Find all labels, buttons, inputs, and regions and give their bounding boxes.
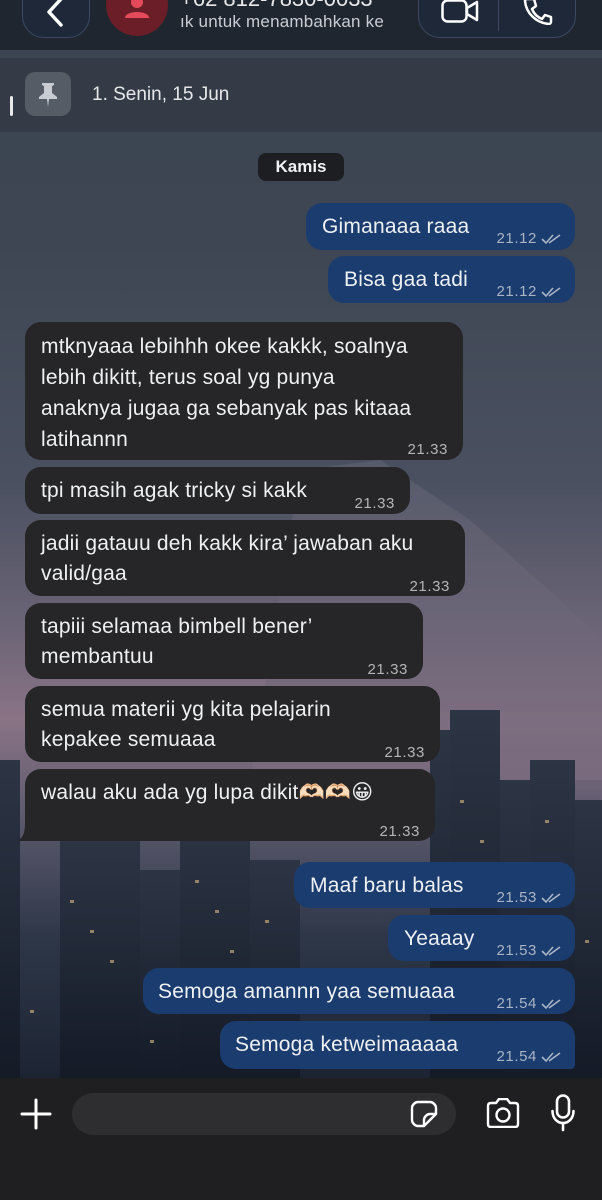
message-time: 21.33 bbox=[407, 441, 448, 458]
message-text-line: mtknyaaa lebihhh okee kakkk, soalnya bbox=[41, 335, 408, 358]
message-text-line: valid/gaa bbox=[41, 562, 127, 585]
message-time: 21.12 bbox=[496, 283, 537, 300]
camera-icon[interactable] bbox=[485, 1098, 521, 1128]
message-text: walau aku ada yg lupa dikit🫶🏻🫶🏻😀 bbox=[41, 781, 374, 804]
message-time: 21.12 bbox=[496, 230, 537, 247]
date-separator: Kamis bbox=[258, 153, 344, 181]
message-meta: 21.54 bbox=[496, 988, 561, 1019]
plus-icon[interactable] bbox=[20, 1098, 52, 1130]
message-time: 21.33 bbox=[367, 661, 408, 678]
message-text: Semoga ketweimaaaaa bbox=[235, 1033, 459, 1056]
message-meta: 21.12 bbox=[496, 276, 561, 307]
double-check-icon bbox=[541, 893, 561, 904]
message-text: tpi masih agak tricky si kakk bbox=[41, 479, 308, 502]
message-bubble-incoming[interactable]: jadii gatauu deh kakk kira’ jawaban aku … bbox=[25, 520, 465, 596]
message-bubble-incoming[interactable]: mtknyaaa lebihhh okee kakkk, soalnya leb… bbox=[25, 322, 463, 460]
back-button[interactable] bbox=[22, 0, 90, 38]
message-text: Maaf baru balas bbox=[310, 874, 464, 897]
message-meta: 21.53 bbox=[496, 882, 561, 913]
message-text: Yeaaay bbox=[404, 927, 475, 950]
message-text: Bisa gaa tadi bbox=[344, 268, 469, 291]
message-time: 21.33 bbox=[409, 578, 450, 595]
pin-icon bbox=[39, 83, 57, 107]
message-text-line: lebih dikitt, terus soal yg punya bbox=[41, 366, 335, 389]
pin-badge bbox=[25, 72, 71, 116]
composer-bar bbox=[0, 1078, 602, 1200]
call-divider bbox=[498, 0, 499, 31]
message-bubble-outgoing[interactable]: Gimanaaa raaa 21.12 bbox=[306, 203, 575, 250]
message-bubble-outgoing[interactable]: Maaf baru balas 21.53 bbox=[294, 862, 575, 908]
person-icon bbox=[125, 0, 149, 18]
contact-subtitle[interactable]: ık untuk menambahkan ke bbox=[180, 12, 402, 32]
pinned-indicator bbox=[10, 96, 13, 116]
bubble-tail bbox=[17, 823, 37, 841]
message-text-line: latihannn bbox=[41, 428, 129, 451]
chevron-left-icon bbox=[47, 0, 63, 27]
message-text-line: kepakee semuaaa bbox=[41, 728, 216, 751]
message-meta: 21.53 bbox=[496, 935, 561, 966]
message-text: Gimanaaa raaa bbox=[322, 215, 470, 238]
phone-icon[interactable] bbox=[523, 0, 553, 25]
double-check-icon bbox=[541, 287, 561, 298]
contact-name[interactable]: +62 812-7830-0033 bbox=[180, 0, 402, 12]
contact-avatar[interactable] bbox=[106, 0, 168, 36]
pinned-message-text: 1. Senin, 15 Jun bbox=[92, 84, 230, 105]
video-camera-icon[interactable] bbox=[441, 0, 479, 23]
microphone-icon[interactable] bbox=[551, 1094, 575, 1132]
double-check-icon bbox=[541, 1052, 561, 1063]
message-bubble-outgoing[interactable]: Yeaaay 21.53 bbox=[388, 915, 575, 961]
double-check-icon bbox=[541, 999, 561, 1010]
message-time: 21.53 bbox=[496, 889, 537, 906]
message-text: Semoga amannn yaa semuaaa bbox=[158, 980, 455, 1003]
message-time: 21.33 bbox=[384, 744, 425, 761]
sticker-icon[interactable] bbox=[410, 1100, 438, 1128]
chat-header: +62 812-7830-0033 ık untuk menambahkan k… bbox=[0, 0, 602, 50]
message-time: 21.53 bbox=[496, 942, 537, 959]
message-bubble-incoming[interactable]: semua materii yg kita pelajarin kepakee … bbox=[25, 686, 440, 762]
message-text-line: jadii gatauu deh kakk kira’ jawaban aku bbox=[41, 532, 414, 555]
pinned-message-bar[interactable]: 1. Senin, 15 Jun bbox=[0, 58, 602, 132]
message-meta: 21.54 bbox=[496, 1041, 561, 1072]
message-bubble-incoming[interactable]: tpi masih agak tricky si kakk 21.33 bbox=[25, 467, 410, 514]
message-time: 21.33 bbox=[354, 495, 395, 512]
message-bubble-incoming[interactable]: tapiii selamaa bimbell bener’ membantuu … bbox=[25, 603, 423, 679]
double-check-icon bbox=[541, 946, 561, 957]
message-bubble-outgoing[interactable]: Semoga amannn yaa semuaaa 21.54 bbox=[143, 968, 575, 1014]
message-bubble-outgoing[interactable]: Semoga ketweimaaaaa 21.54 bbox=[220, 1021, 575, 1069]
message-time: 21.54 bbox=[496, 1048, 537, 1065]
message-time: 21.54 bbox=[496, 995, 537, 1012]
message-text-line: tapiii selamaa bimbell bener’ bbox=[41, 615, 313, 638]
message-text-line: semua materii yg kita pelajarin bbox=[41, 698, 331, 721]
message-meta: 21.12 bbox=[496, 223, 561, 254]
call-buttons bbox=[418, 0, 576, 38]
message-text-line: anaknya jugaa ga sebanyak pas kitaaa bbox=[41, 397, 412, 420]
message-input[interactable] bbox=[72, 1093, 456, 1135]
double-check-icon bbox=[541, 234, 561, 245]
message-time: 21.33 bbox=[379, 823, 420, 840]
message-bubble-incoming[interactable]: walau aku ada yg lupa dikit🫶🏻🫶🏻😀 21.33 bbox=[17, 769, 435, 841]
message-text-line: membantuu bbox=[41, 645, 154, 668]
message-bubble-outgoing[interactable]: Bisa gaa tadi 21.12 bbox=[328, 256, 575, 303]
